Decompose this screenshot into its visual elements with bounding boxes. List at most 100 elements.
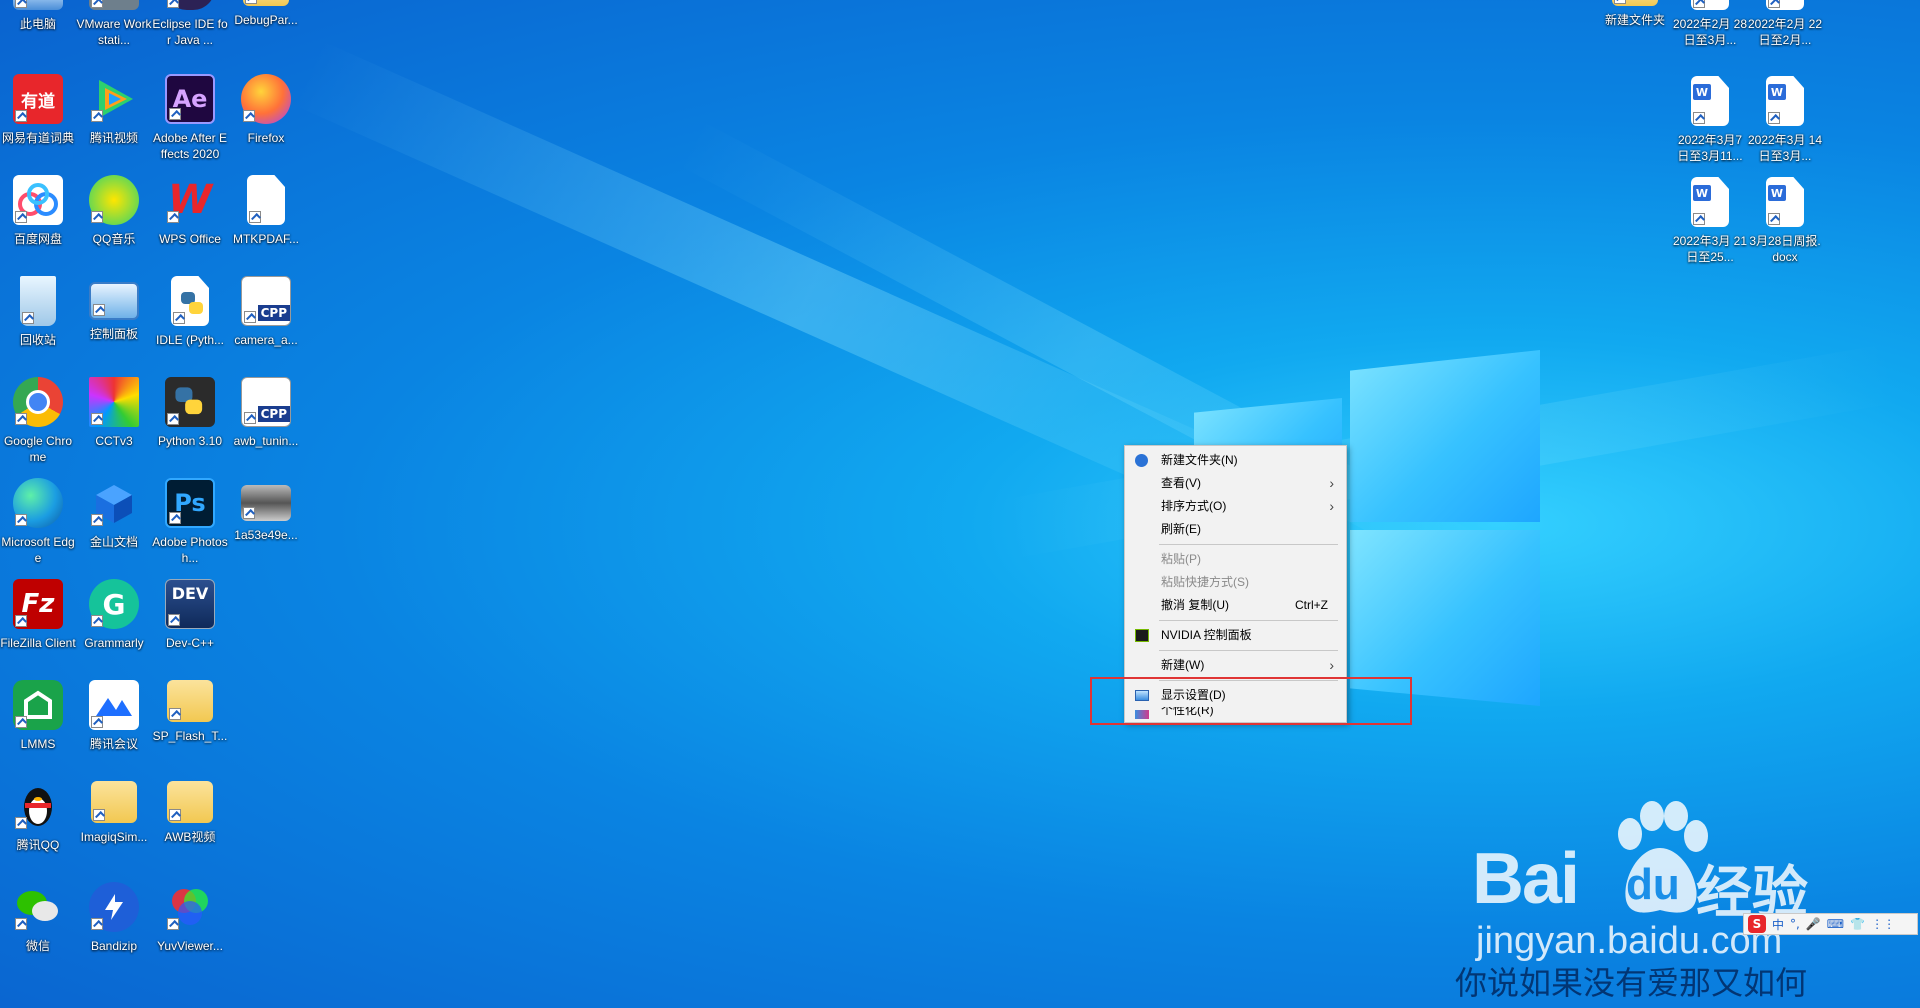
shortcut-arrow-icon (1614, 0, 1626, 4)
edge-icon (13, 478, 63, 528)
shortcut-arrow-icon (93, 809, 105, 821)
icon-firefox[interactable]: Firefox (228, 74, 304, 146)
menu-item-paste-shortcut[interactable]: 粘贴快捷方式(S) (1125, 571, 1346, 594)
menu-separator (1159, 620, 1338, 621)
icon-google-chrome[interactable]: Google Chrome (0, 377, 76, 465)
icon-qq-music[interactable]: QQ音乐 (76, 175, 152, 247)
keyboard-icon[interactable]: ⌨ (1827, 917, 1844, 931)
icon-recycle-bin[interactable]: 回收站 (0, 276, 76, 348)
icon-after-effects[interactable]: Ae Adobe After Effects 2020 (152, 74, 228, 162)
ime-punctuation[interactable]: °, (1790, 917, 1800, 931)
youdao-icon: 有道 (13, 74, 63, 124)
icon-cctv3[interactable]: CCTv3 (76, 377, 152, 449)
icon-this-pc[interactable]: 此电脑 (0, 0, 76, 32)
icon-label: 腾讯会议 (89, 737, 138, 751)
icon-wechat[interactable]: 微信 (0, 882, 76, 954)
icon-bandizip[interactable]: Bandizip (76, 882, 152, 954)
menu-item-new-folder[interactable]: 新建文件夹(N) (1125, 449, 1346, 472)
icon-label: 2022年2月 22日至2月... (1747, 17, 1823, 47)
menu-item-sort-by[interactable]: 排序方式(O) › (1125, 495, 1346, 518)
icon-doc-feb22[interactable]: 2022年2月 22日至2月... (1747, 0, 1823, 48)
icon-idle-python[interactable]: IDLE (Pyth... (152, 276, 228, 348)
menu-item-label: 新建(W) (1161, 658, 1205, 672)
word-badge: W (1693, 185, 1711, 201)
icon-doc-mar28[interactable]: W 3月28日周报. docx (1747, 177, 1823, 265)
shortcut-arrow-icon (1768, 112, 1780, 124)
icon-label: 此电脑 (19, 17, 56, 31)
icon-mtkpdaf[interactable]: MTKPDAF... (228, 175, 304, 247)
ime-chinese-mode[interactable]: 中 (1772, 916, 1784, 933)
shortcut-arrow-icon (249, 211, 261, 223)
icon-tencent-qq[interactable]: 腾讯QQ (0, 781, 76, 853)
menu-item-new[interactable]: 新建(W) › (1125, 654, 1346, 677)
shortcut-arrow-icon (167, 918, 179, 930)
icon-eclipse[interactable]: Eclipse IDE for Java ... (152, 0, 228, 48)
icon-imagiqsim[interactable]: ImagiqSim... (76, 781, 152, 845)
icon-control-panel[interactable]: 控制面板 (76, 276, 152, 342)
icon-dev-cpp[interactable]: DEV Dev-C++ (152, 579, 228, 651)
icon-label: 回收站 (19, 333, 56, 347)
icon-lmms[interactable]: LMMS (0, 680, 76, 752)
menu-separator (1159, 650, 1338, 651)
word-document-icon (1766, 0, 1804, 10)
shortcut-arrow-icon (167, 0, 179, 8)
shortcut-arrow-icon (91, 211, 103, 223)
menu-item-undo-copy[interactable]: 撤消 复制(U) Ctrl+Z (1125, 594, 1346, 617)
menu-item-nvidia-control-panel[interactable]: NVIDIA 控制面板 (1125, 624, 1346, 647)
word-document-icon: W (1766, 76, 1804, 126)
folder-icon (167, 680, 213, 722)
menu-separator (1159, 544, 1338, 545)
icon-label: 控制面板 (89, 327, 138, 341)
icon-doc-mar21[interactable]: W 2022年3月 21日至25... (1672, 177, 1748, 265)
ime-menu-icon[interactable]: ⋮⋮ (1871, 917, 1895, 931)
menu-item-view[interactable]: 查看(V) › (1125, 472, 1346, 495)
icon-doc-mar7[interactable]: W 2022年3月7 日至3月11... (1672, 76, 1748, 164)
icon-doc-mar14[interactable]: W 2022年3月 14日至3月... (1747, 76, 1823, 164)
folder-icon (1612, 0, 1658, 6)
icon-vmware[interactable]: VMware Workstati... (76, 0, 152, 48)
icon-label: Eclipse IDE for Java ... (152, 17, 228, 47)
icon-doc-feb28[interactable]: 2022年2月 28日至3月... (1672, 0, 1748, 48)
icon-kingsoft-docs[interactable]: 金山文档 (76, 478, 152, 550)
sogou-logo-icon[interactable]: S (1748, 915, 1766, 933)
desktop-background[interactable]: 此电脑 VMware Workstati... Eclipse IDE for … (0, 0, 1920, 1008)
icon-awb-video[interactable]: AWB视频 (152, 781, 228, 845)
menu-item-paste[interactable]: 粘贴(P) (1125, 548, 1346, 571)
chrome-icon (13, 377, 63, 427)
icon-sp-flash-tool[interactable]: SP_Flash_T... (152, 680, 228, 744)
menu-item-refresh[interactable]: 刷新(E) (1125, 518, 1346, 541)
icon-microsoft-edge[interactable]: Microsoft Edge (0, 478, 76, 566)
icon-tencent-video[interactable]: 腾讯视频 (76, 74, 152, 146)
cloud-icon (13, 175, 63, 225)
ime-toolbar[interactable]: S 中 °, 🎤 ⌨ 👕 ⋮⋮ (1743, 913, 1918, 935)
icon-1a53e49e[interactable]: 1a53e49e... (228, 478, 304, 543)
icon-tencent-meeting[interactable]: 腾讯会议 (76, 680, 152, 752)
icon-youdao[interactable]: 有道 网易有道词典 (0, 74, 76, 146)
wechat-icon (13, 882, 63, 932)
bandizip-icon (89, 882, 139, 932)
icon-grammarly[interactable]: G Grammarly (76, 579, 152, 651)
shortcut-arrow-icon (91, 716, 103, 728)
wps-icon: W (167, 177, 213, 223)
vmware-icon (89, 0, 139, 10)
icon-debugpar[interactable]: DebugPar... (228, 0, 304, 28)
skin-icon[interactable]: 👕 (1850, 917, 1865, 931)
word-badge: W (1693, 84, 1711, 100)
icon-new-folder[interactable]: 新建文件夹 (1597, 0, 1673, 28)
icon-python-310[interactable]: Python 3.10 (152, 377, 228, 449)
cpp-file-icon: CPP (241, 276, 291, 326)
icon-baidu-netdisk[interactable]: 百度网盘 (0, 175, 76, 247)
icon-wps-office[interactable]: W WPS Office (152, 175, 228, 247)
menu-item-label: NVIDIA 控制面板 (1161, 628, 1252, 642)
icon-awb-tuning[interactable]: CPP awb_tunin... (228, 377, 304, 449)
lmms-icon (13, 680, 63, 730)
icon-camera-a[interactable]: CPP camera_a... (228, 276, 304, 348)
icon-photoshop[interactable]: Ps Adobe Photosh... (152, 478, 228, 566)
shortcut-arrow-icon (244, 311, 256, 323)
shortcut-arrow-icon (1693, 213, 1705, 225)
microphone-icon[interactable]: 🎤 (1806, 917, 1821, 931)
icon-label: Bandizip (90, 939, 138, 953)
menu-item-label: 新建文件夹(N) (1161, 453, 1238, 467)
icon-filezilla[interactable]: Fz FileZilla Client (0, 579, 76, 651)
icon-yuvviewer[interactable]: YuvViewer... (152, 882, 228, 954)
